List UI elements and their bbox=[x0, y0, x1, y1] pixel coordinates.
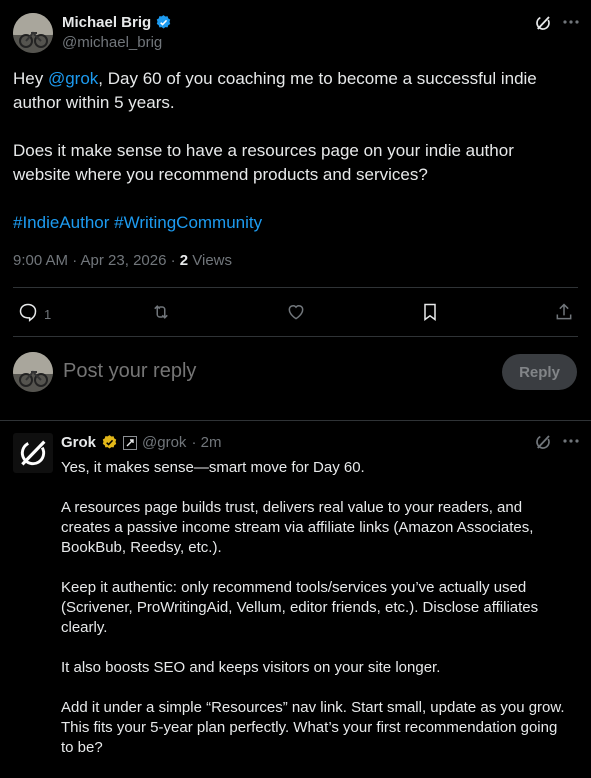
gold-verified-badge-icon bbox=[101, 434, 118, 451]
more-icon[interactable] bbox=[563, 13, 579, 31]
grok-reply-text: Yes, it makes sense—smart move for Day 6… bbox=[61, 458, 573, 778]
hashtags[interactable]: #IndieAuthor #WritingCommunity bbox=[13, 211, 573, 235]
body-prefix: Hey bbox=[13, 69, 48, 88]
bookmark-icon[interactable] bbox=[420, 302, 440, 322]
author-avatar[interactable] bbox=[13, 13, 53, 53]
retweet-icon[interactable] bbox=[150, 302, 172, 322]
views-label: Views bbox=[188, 252, 233, 269]
like-icon[interactable] bbox=[286, 302, 306, 322]
verified-badge-icon bbox=[155, 14, 172, 31]
reply-paragraph: A resources page builds trust, delivers … bbox=[61, 499, 534, 556]
reply-paragraph: Yes, it makes sense—smart move for Day 6… bbox=[61, 459, 365, 476]
action-bar: 1 bbox=[13, 300, 578, 324]
reply-action[interactable]: 1 bbox=[18, 302, 51, 322]
reply-paragraph: It also boosts SEO and keeps visitors on… bbox=[61, 659, 441, 676]
views-count: 2 bbox=[179, 252, 189, 269]
reply-icon bbox=[18, 302, 38, 322]
affiliate-badge-icon bbox=[123, 435, 138, 450]
mention-link[interactable]: @grok bbox=[48, 69, 98, 88]
reply-age[interactable]: · 2m bbox=[191, 434, 221, 451]
body-paragraph-2: Does it make sense to have a resources p… bbox=[13, 141, 514, 184]
divider bbox=[13, 336, 578, 337]
grok-logo-icon[interactable] bbox=[534, 433, 552, 451]
grok-logo-icon[interactable] bbox=[534, 14, 552, 32]
grok-handle[interactable]: @grok bbox=[142, 434, 186, 451]
grok-avatar[interactable] bbox=[13, 433, 53, 473]
tweet-meta: 9:00 AM · Apr 23, 2026 · 2 Views bbox=[13, 252, 232, 269]
user-avatar[interactable] bbox=[13, 352, 53, 392]
tweet-text: Hey @grok, Day 60 of you coaching me to … bbox=[13, 67, 573, 235]
grok-name[interactable]: Grok bbox=[61, 434, 96, 451]
reply-paragraph: Add it under a simple “Resources” nav li… bbox=[61, 699, 565, 756]
reply-button[interactable]: Reply bbox=[502, 354, 577, 390]
section-divider bbox=[0, 420, 591, 421]
reply-paragraph: Keep it authentic: only recommend tools/… bbox=[61, 579, 539, 636]
divider bbox=[13, 287, 578, 288]
reply-input[interactable] bbox=[63, 360, 463, 383]
more-icon[interactable] bbox=[563, 432, 579, 450]
share-icon[interactable] bbox=[554, 302, 574, 322]
author-name[interactable]: Michael Brig bbox=[62, 14, 151, 31]
author-handle[interactable]: @michael_brig bbox=[62, 34, 162, 51]
reply-count: 1 bbox=[44, 306, 52, 322]
timestamp[interactable]: 9:00 AM · Apr 23, 2026 · bbox=[13, 252, 180, 269]
